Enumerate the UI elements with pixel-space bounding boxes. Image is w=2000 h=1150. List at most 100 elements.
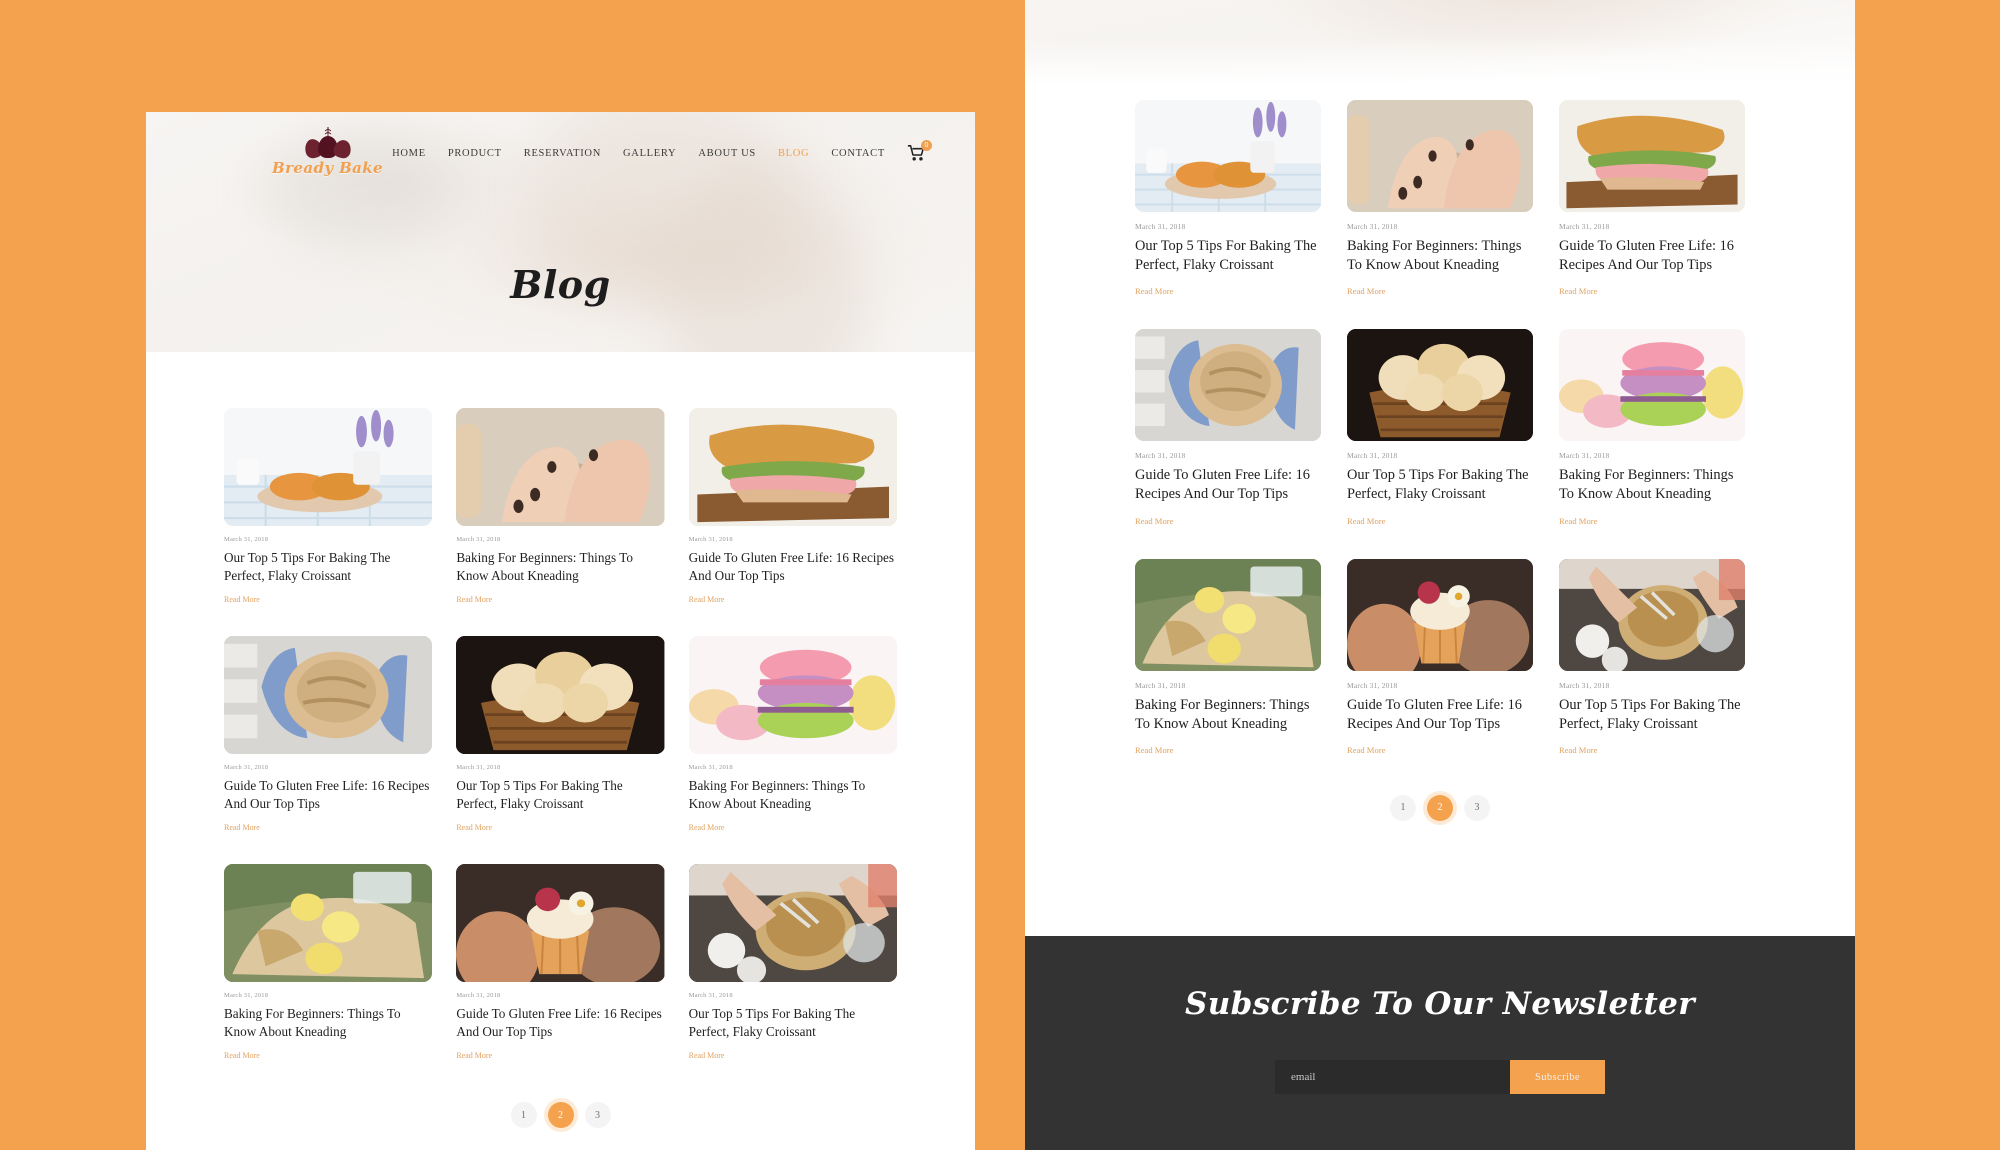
read-more-link[interactable]: Read More xyxy=(224,595,432,604)
blog-post-title[interactable]: Guide To Gluten Free Life: 16 Recipes An… xyxy=(1347,696,1533,734)
newsletter-title: Subscribe To Our Newsletter xyxy=(1184,986,1696,1022)
blog-post-thumbnail[interactable] xyxy=(1347,558,1533,671)
hero-banner-cropped: Blog xyxy=(1025,0,1855,84)
blog-post-card[interactable]: March 31, 2018 Guide To Gluten Free Life:… xyxy=(456,864,665,1060)
read-more-link[interactable]: Read More xyxy=(1135,516,1321,526)
blog-post-thumbnail[interactable] xyxy=(456,408,665,526)
blog-post-date: March 31, 2018 xyxy=(224,764,269,772)
nav-item-blog[interactable]: BLOG xyxy=(778,148,809,159)
blog-post-thumbnail[interactable] xyxy=(1559,100,1745,212)
blog-post-title[interactable]: Our Top 5 Tips For Baking The Perfect, F… xyxy=(1559,696,1745,734)
blog-post-thumbnail[interactable] xyxy=(456,636,665,755)
nav-item-reservation[interactable]: RESERVATION xyxy=(524,148,601,159)
blog-post-thumbnail[interactable] xyxy=(456,864,665,983)
read-more-link[interactable]: Read More xyxy=(224,1051,432,1060)
blog-post-thumbnail[interactable] xyxy=(1347,100,1533,212)
blog-post-title[interactable]: Baking For Beginners: Things To Know Abo… xyxy=(456,549,664,584)
blog-post-grid-right: March 31, 2018 Our Top 5 Tips For Baking … xyxy=(1025,84,1855,755)
nav-item-about-us[interactable]: ABOUT US xyxy=(698,148,756,159)
blog-post-thumbnail[interactable] xyxy=(224,636,433,755)
blog-post-thumbnail[interactable] xyxy=(224,864,433,983)
blog-post-card[interactable]: March 31, 2018 Our Top 5 Tips For Baking … xyxy=(1135,100,1321,296)
pagination-page-3[interactable]: 3 xyxy=(1464,794,1490,821)
blog-post-card[interactable]: March 31, 2018 Baking For Beginners: Thin… xyxy=(1347,100,1533,296)
blog-post-title[interactable]: Our Top 5 Tips For Baking The Perfect, F… xyxy=(1135,237,1321,275)
cart-button[interactable]: 0 xyxy=(907,139,932,164)
blog-post-thumbnail[interactable] xyxy=(1135,329,1321,442)
read-more-link[interactable]: Read More xyxy=(1559,286,1745,296)
blog-post-thumbnail[interactable] xyxy=(1135,558,1321,671)
read-more-link[interactable]: Read More xyxy=(1347,516,1533,526)
pagination-page-2[interactable]: 2 xyxy=(547,1102,574,1129)
blog-post-card[interactable]: March 31, 2018 Baking For Beginners: Thin… xyxy=(1559,329,1745,526)
blog-post-title[interactable]: Baking For Beginners: Things To Know Abo… xyxy=(689,777,897,812)
blog-post-card[interactable]: March 31, 2018 Our Top 5 Tips For Baking … xyxy=(456,636,665,832)
pagination-page-3[interactable]: 3 xyxy=(584,1102,611,1129)
page-title: Blog xyxy=(510,262,611,307)
blog-post-title[interactable]: Baking For Beginners: Things To Know Abo… xyxy=(1347,237,1533,275)
blog-post-date: March 31, 2018 xyxy=(456,536,501,543)
read-more-link[interactable]: Read More xyxy=(1135,286,1321,296)
blog-post-thumbnail[interactable] xyxy=(1347,329,1533,442)
read-more-link[interactable]: Read More xyxy=(1559,745,1745,755)
brand-logo[interactable]: Bready Bake xyxy=(272,127,383,177)
read-more-link[interactable]: Read More xyxy=(689,1051,897,1060)
blog-post-title[interactable]: Baking For Beginners: Things To Know Abo… xyxy=(1559,466,1745,504)
blog-post-thumbnail[interactable] xyxy=(688,864,897,983)
blog-post-thumbnail[interactable] xyxy=(1559,558,1745,671)
blog-post-date: March 31, 2018 xyxy=(1347,222,1398,231)
blog-post-title[interactable]: Guide To Gluten Free Life: 16 Recipes An… xyxy=(456,1005,664,1040)
site-header: Bready Bake HOME PRODUCT RESERVATION GAL… xyxy=(146,112,975,177)
read-more-link[interactable]: Read More xyxy=(456,595,664,604)
blog-post-title[interactable]: Baking For Beginners: Things To Know Abo… xyxy=(224,1005,432,1040)
blog-post-title[interactable]: Guide To Gluten Free Life: 16 Recipes An… xyxy=(689,549,897,584)
blog-post-card[interactable]: March 31, 2018 Baking For Beginners: Thin… xyxy=(1135,558,1321,755)
blog-post-card[interactable]: March 31, 2018 Our Top 5 Tips For Baking … xyxy=(688,864,897,1060)
pagination-page-1[interactable]: 1 xyxy=(510,1102,537,1129)
read-more-link[interactable]: Read More xyxy=(689,595,897,604)
blog-post-card[interactable]: March 31, 2018 Guide To Gluten Free Life:… xyxy=(1559,100,1745,296)
newsletter-email-input[interactable] xyxy=(1275,1060,1510,1094)
blog-post-title[interactable]: Our Top 5 Tips For Baking The Perfect, F… xyxy=(456,777,664,812)
read-more-link[interactable]: Read More xyxy=(1559,516,1745,526)
blog-post-thumbnail[interactable] xyxy=(688,408,897,526)
bread-logo-icon xyxy=(301,127,355,160)
read-more-link[interactable]: Read More xyxy=(224,823,432,832)
pagination-page-1[interactable]: 1 xyxy=(1390,794,1416,821)
nav-item-gallery[interactable]: GALLERY xyxy=(623,148,676,159)
blog-post-date: March 31, 2018 xyxy=(224,992,269,1000)
blog-post-thumbnail[interactable] xyxy=(1559,329,1745,442)
read-more-link[interactable]: Read More xyxy=(689,823,897,832)
read-more-link[interactable]: Read More xyxy=(456,1051,664,1060)
blog-post-title[interactable]: Guide To Gluten Free Life: 16 Recipes An… xyxy=(1559,237,1745,275)
read-more-link[interactable]: Read More xyxy=(456,823,664,832)
blog-post-grid-left: March 31, 2018 Our Top 5 Tips For Baking … xyxy=(146,352,975,1060)
read-more-link[interactable]: Read More xyxy=(1135,745,1321,755)
nav-item-home[interactable]: HOME xyxy=(392,148,426,159)
read-more-link[interactable]: Read More xyxy=(1347,286,1533,296)
nav-item-product[interactable]: PRODUCT xyxy=(448,148,502,159)
blog-post-title[interactable]: Guide To Gluten Free Life: 16 Recipes An… xyxy=(1135,466,1321,504)
blog-post-title[interactable]: Guide To Gluten Free Life: 16 Recipes An… xyxy=(224,777,432,812)
blog-post-title[interactable]: Our Top 5 Tips For Baking The Perfect, F… xyxy=(1347,466,1533,504)
blog-post-title[interactable]: Baking For Beginners: Things To Know Abo… xyxy=(1135,696,1321,734)
blog-post-card[interactable]: March 31, 2018 Our Top 5 Tips For Baking … xyxy=(224,408,433,604)
blog-post-card[interactable]: March 31, 2018 Baking For Beginners: Thin… xyxy=(688,636,897,832)
blog-post-card[interactable]: March 31, 2018 Guide To Gluten Free Life:… xyxy=(1135,329,1321,526)
blog-post-title[interactable]: Our Top 5 Tips For Baking The Perfect, F… xyxy=(224,549,432,584)
blog-post-card[interactable]: March 31, 2018 Our Top 5 Tips For Baking … xyxy=(1347,329,1533,526)
blog-post-card[interactable]: March 31, 2018 Baking For Beginners: Thin… xyxy=(456,408,665,604)
blog-post-thumbnail[interactable] xyxy=(688,636,897,755)
blog-post-card[interactable]: March 31, 2018 Guide To Gluten Free Life:… xyxy=(1347,558,1533,755)
blog-post-thumbnail[interactable] xyxy=(1135,100,1321,212)
pagination-page-2[interactable]: 2 xyxy=(1427,794,1453,821)
blog-post-title[interactable]: Our Top 5 Tips For Baking The Perfect, F… xyxy=(689,1005,897,1040)
blog-post-card[interactable]: March 31, 2018 Guide To Gluten Free Life:… xyxy=(224,636,433,832)
blog-post-card[interactable]: March 31, 2018 Guide To Gluten Free Life:… xyxy=(688,408,897,604)
blog-post-card[interactable]: March 31, 2018 Our Top 5 Tips For Baking … xyxy=(1559,558,1745,755)
blog-post-thumbnail[interactable] xyxy=(224,408,433,526)
blog-post-card[interactable]: March 31, 2018 Baking For Beginners: Thin… xyxy=(224,864,433,1060)
newsletter-subscribe-button[interactable]: Subscribe xyxy=(1510,1060,1605,1094)
nav-item-contact[interactable]: CONTACT xyxy=(831,148,885,159)
read-more-link[interactable]: Read More xyxy=(1347,745,1533,755)
